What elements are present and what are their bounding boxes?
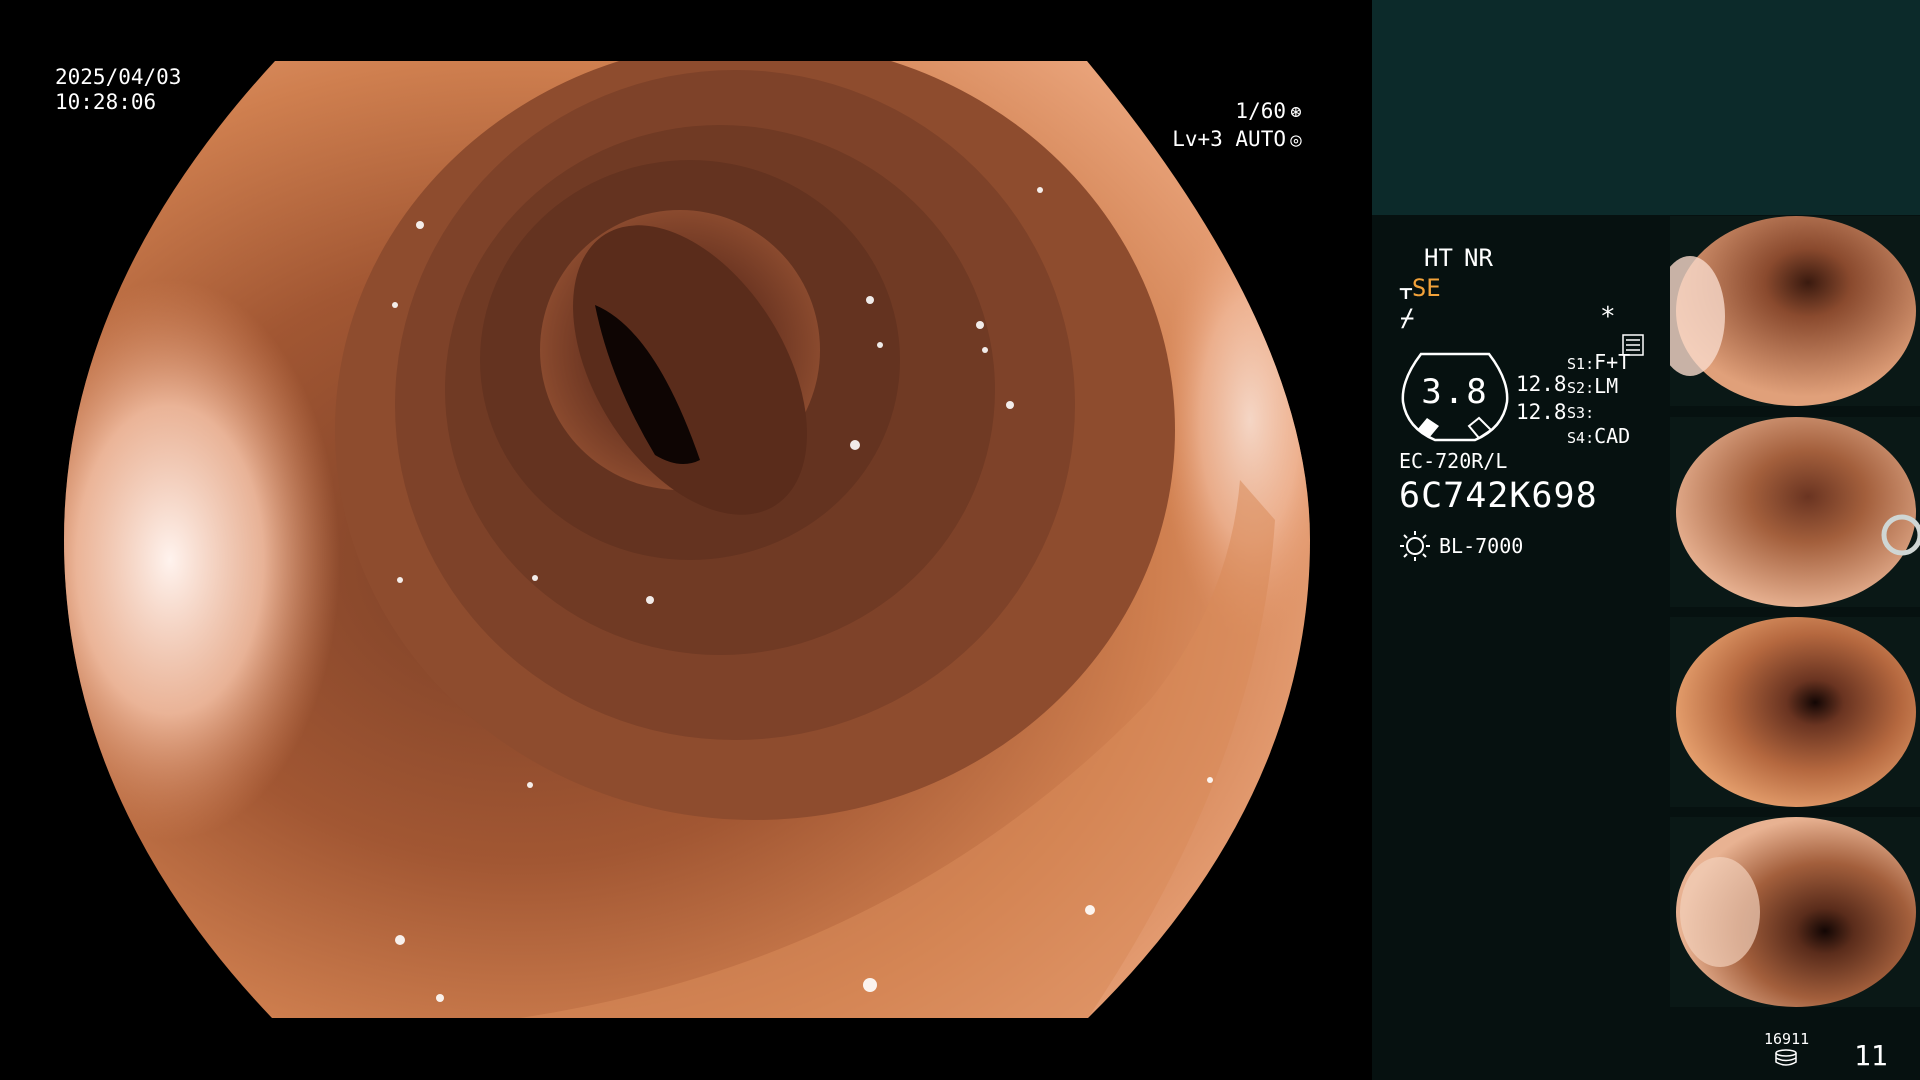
exposure-value: Lv+3 AUTO	[1172, 127, 1286, 151]
switch-s4: S4:CAD	[1567, 424, 1631, 448]
switch-key: S4	[1567, 429, 1586, 447]
switch-s3: S3:	[1567, 404, 1595, 422]
switch-key: S1	[1567, 355, 1586, 373]
gauge-value-2: 12.8	[1516, 400, 1567, 424]
capture-thumbnail-4[interactable]	[1670, 817, 1920, 1007]
shutter-value: 1/60	[1235, 99, 1286, 123]
switch-s1: S1:F+T	[1567, 350, 1631, 374]
ht-indicator: HT	[1424, 244, 1453, 272]
light-source-name: BL-7000	[1439, 534, 1524, 558]
panel-header	[1372, 0, 1920, 215]
shutter-speed: 1/60 ⊛	[1235, 98, 1306, 125]
light-source-row: BL-7000	[1399, 530, 1523, 562]
switch-key: S2	[1567, 379, 1586, 397]
se-indicator: SE	[1411, 274, 1441, 302]
gauge-value: 3.8	[1421, 372, 1489, 412]
aperture-icon: ⊛	[1290, 101, 1302, 123]
exposure-setting: Lv+3 AUTO ◎	[1172, 126, 1306, 153]
gauge-value-1: 12.8	[1516, 372, 1567, 396]
switch-key: S3	[1567, 404, 1586, 422]
endoscopic-image	[64, 61, 1310, 1018]
time-label: 10:28:06	[55, 90, 157, 114]
database-icon	[1775, 1049, 1797, 1066]
freeze-icon: ⌿	[1400, 304, 1415, 332]
auto-exposure-icon: ◎	[1290, 129, 1302, 151]
capture-thumbnail-2[interactable]	[1670, 417, 1920, 607]
scope-model: EC-720R/L	[1399, 449, 1508, 473]
date-label: 2025/04/03	[55, 65, 182, 89]
light-source-icon	[1400, 531, 1430, 561]
serial-number: 6C742K698	[1399, 476, 1598, 516]
structure-enhance-icon: ᚁ	[1400, 274, 1412, 302]
endoscope-view: 2025/04/03 10:28:06 1/60 ⊛ Lv+3 AUTO ◎	[0, 0, 1372, 1080]
switch-value: LM	[1594, 374, 1619, 398]
capture-thumbnail-3[interactable]	[1670, 617, 1920, 807]
nr-indicator: NR	[1464, 244, 1493, 272]
image-counter: 16911	[1764, 1030, 1810, 1048]
switch-s2: S2:LM	[1567, 374, 1619, 398]
switch-value: CAD	[1594, 424, 1631, 448]
capture-thumbnail-1[interactable]	[1670, 216, 1920, 406]
structure-enhance-row: ᚁSE	[1400, 274, 1441, 302]
switch-value: F+T	[1594, 350, 1631, 374]
star-icon: *	[1600, 302, 1616, 332]
frame-count: 11	[1854, 1039, 1888, 1072]
